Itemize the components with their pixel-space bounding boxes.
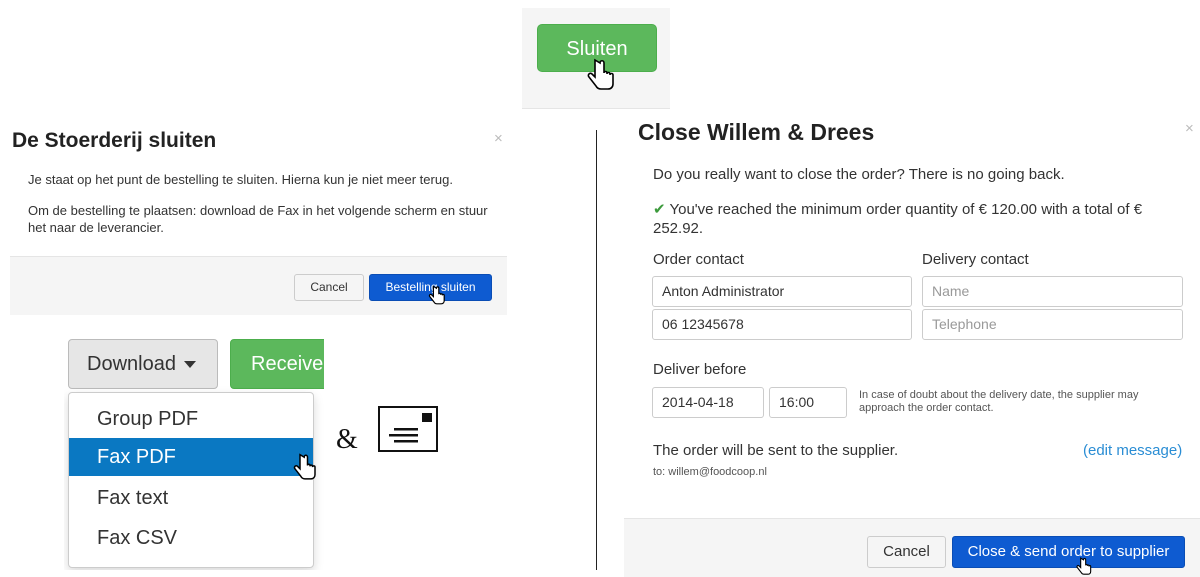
- edit-message-link[interactable]: (edit message): [1083, 442, 1182, 459]
- menu-item-group-pdf[interactable]: Group PDF: [69, 400, 313, 438]
- download-dropdown-crop: Download Receive Group PDF Fax PDF Fax t…: [64, 338, 324, 570]
- order-contact-label: Order contact: [653, 251, 744, 268]
- order-sent-text: The order will be sent to the supplier.: [653, 442, 899, 459]
- left-cancel-button[interactable]: Cancel: [294, 274, 364, 301]
- delivery-contact-phone-input[interactable]: Telephone: [922, 309, 1183, 340]
- receive-button[interactable]: Receive: [230, 339, 324, 389]
- hand-cursor-icon: [293, 453, 316, 480]
- close-question: Do you really want to close the order? T…: [653, 166, 1065, 183]
- right-modal-title: Close Willem & Drees: [638, 119, 875, 145]
- left-modal-paragraph-1: Je staat op het punt de bestelling te sl…: [28, 172, 453, 187]
- menu-item-fax-text[interactable]: Fax text: [69, 479, 313, 517]
- deliver-time-input[interactable]: 16:00: [769, 387, 847, 418]
- left-modal-title: De Stoerderij sluiten: [12, 129, 217, 152]
- deliver-before-label: Deliver before: [653, 361, 747, 378]
- close-send-order-button[interactable]: Close & send order to supplier: [952, 536, 1185, 568]
- left-modal-close-icon[interactable]: ×: [494, 130, 503, 147]
- hand-cursor-icon: [587, 58, 614, 90]
- fax-icon: [378, 406, 438, 452]
- divider: [596, 130, 597, 570]
- menu-item-fax-pdf[interactable]: Fax PDF: [69, 438, 313, 476]
- left-modal-footer: Cancel Bestelling sluiten: [10, 256, 507, 315]
- left-modal-paragraph-2: Om de bestelling te plaatsen: download d…: [28, 203, 488, 235]
- order-contact-phone-input[interactable]: 06 12345678: [652, 309, 912, 340]
- right-modal-close-icon[interactable]: ×: [1185, 120, 1194, 137]
- minimum-quantity-text: You've reached the minimum order quantit…: [653, 201, 1143, 237]
- delivery-contact-label: Delivery contact: [922, 251, 1029, 268]
- right-modal-footer: Cancel Close & send order to supplier: [624, 518, 1200, 577]
- recipient-email-text: to: willem@foodcoop.nl: [653, 466, 767, 478]
- deliver-date-input[interactable]: 2014-04-18: [652, 387, 764, 418]
- order-contact-name-input[interactable]: Anton Administrator: [652, 276, 912, 307]
- download-button[interactable]: Download: [68, 339, 218, 389]
- delivery-help-text: In case of doubt about the delivery date…: [859, 389, 1139, 414]
- menu-item-fax-csv[interactable]: Fax CSV: [69, 519, 313, 557]
- right-cancel-button[interactable]: Cancel: [867, 536, 946, 568]
- sluiten-crop: Sluiten: [522, 8, 670, 109]
- download-menu: Group PDF Fax PDF Fax text Fax CSV: [68, 392, 314, 568]
- caret-down-icon: [183, 361, 196, 369]
- minimum-quantity-notice: ✔ You've reached the minimum order quant…: [653, 200, 1173, 238]
- ampersand: &: [336, 424, 358, 455]
- hand-cursor-icon: [1076, 557, 1092, 575]
- hand-cursor-icon: [428, 285, 445, 305]
- check-icon: ✔: [653, 201, 666, 218]
- delivery-contact-name-input[interactable]: Name: [922, 276, 1183, 307]
- download-button-label: Download: [87, 353, 176, 375]
